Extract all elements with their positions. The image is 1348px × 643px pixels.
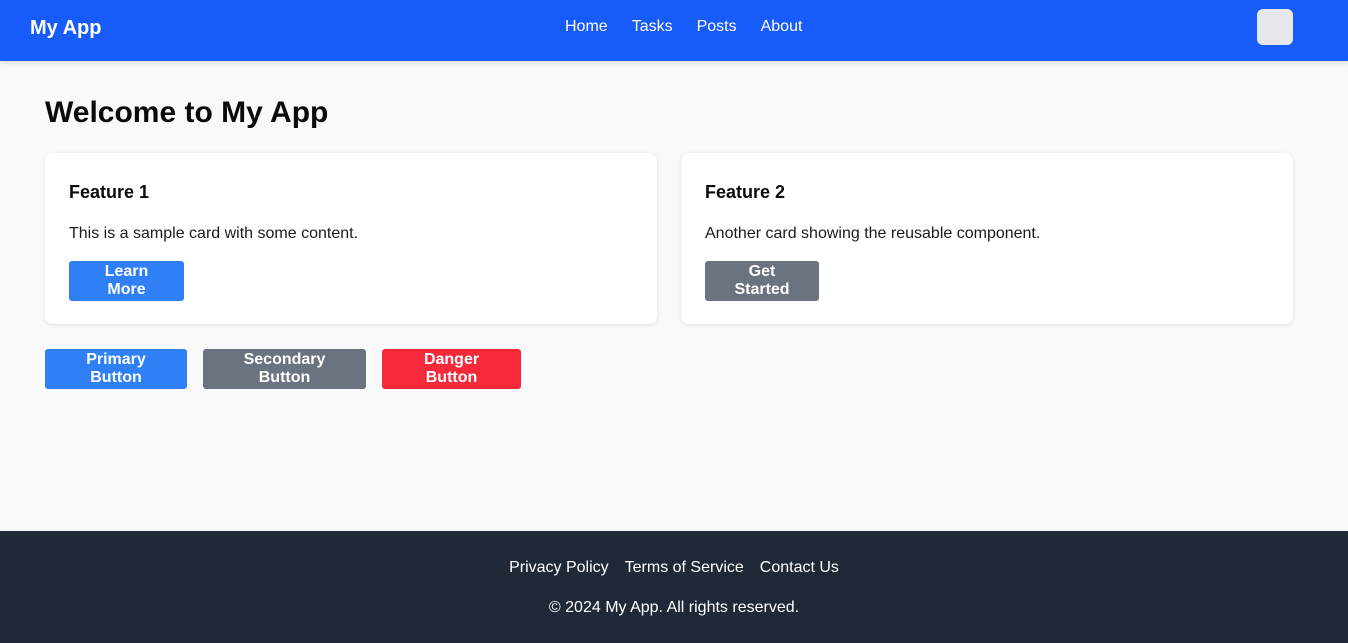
nav-link-tasks[interactable]: Tasks (632, 17, 673, 37)
card-text: Another card showing the reusable compon… (705, 225, 1041, 242)
top-navbar: My App Home Tasks Posts About (0, 0, 1348, 61)
app-brand[interactable]: My App (30, 16, 101, 40)
footer-links: Privacy Policy Terms of Service Contact … (0, 558, 1348, 578)
secondary-button[interactable]: Secondary Button (203, 349, 366, 389)
nav-link-home[interactable]: Home (565, 17, 608, 37)
button-demo-row: Primary Button Secondary Button Danger B… (45, 349, 521, 389)
footer-link-terms[interactable]: Terms of Service (625, 558, 744, 578)
main-nav: Home Tasks Posts About (565, 17, 802, 37)
page-footer: Privacy Policy Terms of Service Contact … (0, 531, 1348, 643)
danger-button[interactable]: Danger Button (382, 349, 521, 389)
copyright-text: © 2024 My App. All rights reserved. (548, 599, 800, 616)
user-avatar-button[interactable] (1257, 9, 1293, 45)
nav-link-about[interactable]: About (761, 17, 803, 37)
feature-card-2: Feature 2 Another card showing the reusa… (681, 153, 1293, 324)
footer-link-privacy[interactable]: Privacy Policy (509, 558, 609, 578)
primary-button[interactable]: Primary Button (45, 349, 187, 389)
feature-card-1: Feature 1 This is a sample card with som… (45, 153, 657, 324)
get-started-button[interactable]: Get Started (705, 261, 819, 301)
page-title: Welcome to My App (45, 96, 329, 129)
learn-more-button[interactable]: Learn More (69, 261, 184, 301)
card-title: Feature 2 (705, 182, 786, 202)
card-text: This is a sample card with some content. (69, 225, 359, 242)
nav-link-posts[interactable]: Posts (697, 17, 737, 37)
footer-link-contact[interactable]: Contact Us (760, 558, 839, 578)
card-title: Feature 1 (69, 182, 150, 202)
